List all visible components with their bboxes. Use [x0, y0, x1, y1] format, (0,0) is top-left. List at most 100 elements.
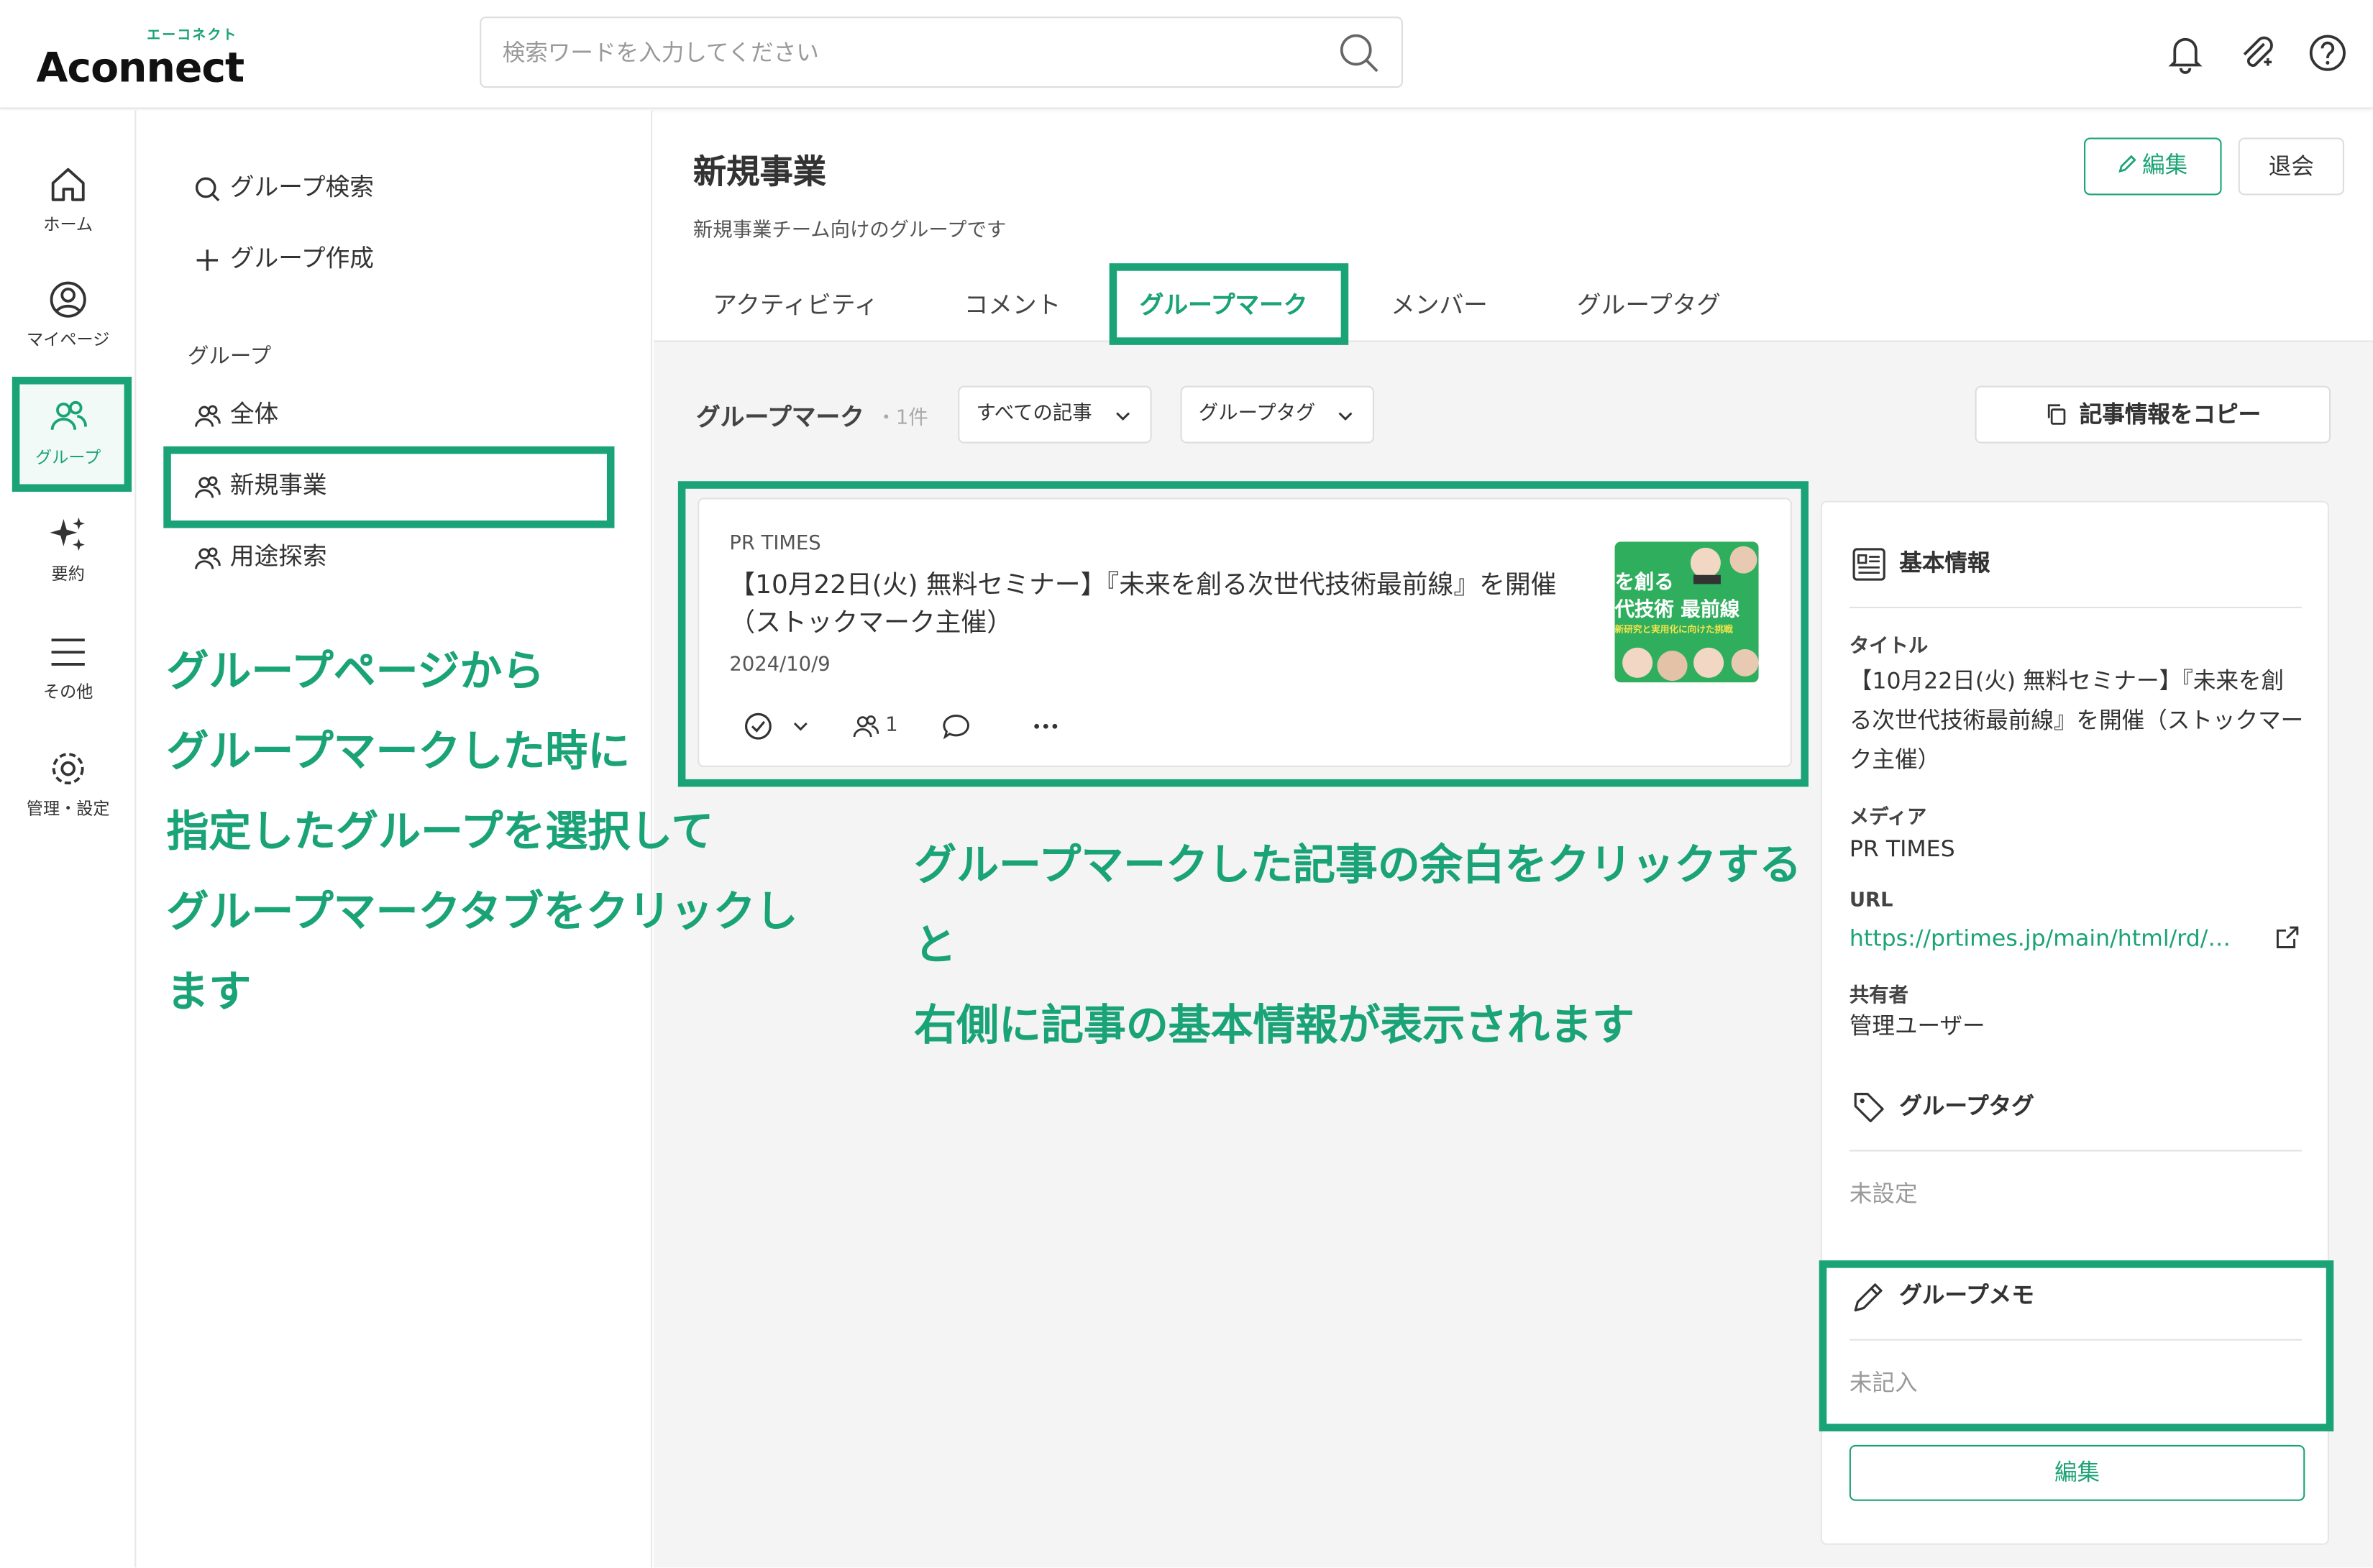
title-label: タイトル [1849, 635, 1929, 659]
rail-label: 管理・設定 [26, 799, 110, 819]
tab-comments[interactable]: コメント [964, 285, 1061, 327]
instruction-left: グループページから グループマークした時に 指定したグループを選択して グループ… [167, 631, 818, 1032]
copy-label: 記事情報をコピー [2079, 400, 2262, 428]
search-icon [195, 176, 220, 201]
rail-label: ホーム [43, 214, 93, 235]
sidebar-item-label: 全体 [229, 399, 279, 428]
url-label: URL [1849, 889, 1893, 913]
rail-label: その他 [42, 682, 93, 702]
group-member-count: 1 [885, 714, 898, 737]
gear-icon [52, 753, 84, 785]
group-icon [195, 546, 221, 569]
group-icon[interactable] [851, 710, 881, 743]
sidebar-item-label: 用途探索 [229, 541, 327, 571]
rail-item-mypage[interactable]: マイページ [0, 278, 136, 388]
tab-members[interactable]: メンバー [1391, 285, 1488, 327]
edit-memo-button[interactable]: 編集 [1849, 1444, 2305, 1501]
bell-icon[interactable] [2162, 30, 2208, 75]
app-shell: エーコネクト Aconnect ホーム マイページ グループ 要約 その他 管理… [0, 0, 2373, 1568]
article-thumbnail[interactable]: を創る 代技術 最前線 新研究と実用化に向けた挑戦 [1614, 541, 1759, 683]
divider [1849, 606, 2303, 609]
article-source: PR TIMES [729, 532, 821, 556]
search-icon[interactable] [1338, 32, 1380, 74]
chevron-down-icon [1116, 412, 1130, 421]
thumb-text-1: を創る [1614, 572, 1674, 595]
title-value: 【10月22日(火) 無料セミナー】『未来を創る次世代技術最前線』を開催（ストッ… [1849, 667, 2304, 774]
edit-label: 編集 [2142, 151, 2188, 179]
group-icon [50, 400, 87, 430]
divider [1849, 1150, 2303, 1152]
rail-item-home[interactable]: ホーム [0, 163, 136, 272]
rail-label: マイページ [27, 329, 110, 350]
sparkle-icon [50, 517, 85, 551]
rail-item-group[interactable]: グループ [0, 396, 136, 505]
document-icon [1852, 547, 1885, 580]
group-memo-highlight [1819, 1260, 2334, 1431]
url-link[interactable]: https://prtimes.jp/main/html/rd/… [1850, 918, 2266, 958]
group-tag-title: グループタグ [1899, 1092, 2034, 1120]
group-search-link[interactable]: グループ検索 [193, 168, 374, 208]
media-value: PR TIMES [1849, 835, 1955, 863]
sharer-value: 管理ユーザー [1849, 1012, 1985, 1040]
sidebar-item-use-exploration[interactable]: 用途探索 [193, 537, 327, 577]
instruction-line: グループマークタブをクリックします [166, 886, 798, 1017]
edit-group-button[interactable]: 編集 [2084, 137, 2222, 196]
copy-icon [2047, 404, 2066, 425]
logo-kana: エーコネクト [147, 28, 238, 45]
sidebar-item-all[interactable]: 全体 [193, 395, 278, 434]
external-link-icon[interactable] [2274, 925, 2300, 950]
rail-label: グループ [35, 447, 101, 468]
comment-icon[interactable] [941, 710, 971, 743]
instruction-line: グループマークした時に [166, 726, 631, 776]
group-mark-count: ・1件 [876, 407, 928, 430]
selected-group-highlight [163, 446, 615, 528]
user-circle-icon [50, 281, 86, 318]
search-input[interactable] [502, 18, 1290, 86]
plus-icon [196, 249, 219, 270]
thumb-text-3: 新研究と実用化に向けた挑戦 [1614, 625, 1733, 636]
group-search-label: グループ検索 [229, 172, 374, 201]
attachment-icon[interactable] [2233, 30, 2279, 75]
group-create-link[interactable]: グループ作成 [193, 239, 374, 279]
tab-activity[interactable]: アクティビティ [713, 285, 878, 327]
group-description: 新規事業チーム向けのグループです [692, 219, 1007, 242]
instruction-right: グループマークした記事の余白をクリックすると 右側に記事の基本情報が表示されます [914, 825, 1807, 1065]
instruction-line: 右側に記事の基本情報が表示されます [914, 1000, 1635, 1050]
screen: エーコネクト Aconnect ホーム マイページ グループ 要約 その他 管理… [0, 0, 2373, 1568]
rail-item-settings[interactable]: 管理・設定 [0, 748, 136, 857]
page-title: 新規事業 [692, 154, 827, 193]
group-tag-value: 未設定 [1849, 1180, 1918, 1208]
copy-article-info-button[interactable]: 記事情報をコピー [1975, 385, 2331, 444]
rail-label: 要約 [51, 564, 85, 584]
sharer-label: 共有者 [1849, 985, 1908, 1008]
group-icon [195, 404, 221, 426]
group-create-label: グループ作成 [229, 243, 374, 272]
instruction-line: 指定したグループを選択して [166, 806, 714, 857]
app-logo[interactable]: エーコネクト Aconnect [37, 21, 264, 92]
article-title[interactable]: 【10月22日(火) 無料セミナー】『未来を創る次世代技術最前線』を開催（ストッ… [729, 567, 1577, 643]
tag-icon [1854, 1091, 1884, 1122]
leave-group-button[interactable]: 退会 [2238, 137, 2345, 196]
tag-filter-value: グループタグ [1198, 402, 1316, 426]
article-filter-dropdown[interactable]: すべての記事 [958, 385, 1152, 444]
basic-info-title: 基本情報 [1899, 549, 1990, 577]
instruction-line: グループページから [166, 646, 545, 697]
tag-filter-dropdown[interactable]: グループタグ [1180, 385, 1374, 444]
menu-icon [51, 638, 85, 666]
more-icon[interactable] [1030, 710, 1061, 743]
rail-item-other[interactable]: その他 [0, 631, 136, 741]
group-tag-heading: グループタグ [1851, 1086, 2034, 1126]
article-filter-value: すべての記事 [976, 402, 1092, 426]
logo-word: Aconnect [36, 45, 245, 93]
rail-item-summary[interactable]: 要約 [0, 513, 136, 622]
tab-group-tags[interactable]: グループタグ [1577, 285, 1721, 327]
instruction-line: グループマークした記事の余白をクリックすると [914, 840, 1802, 971]
help-icon[interactable] [2305, 30, 2350, 75]
home-icon [51, 168, 85, 201]
group-mark-heading: グループマーク [696, 402, 864, 431]
thumb-text-2: 代技術 最前線 [1614, 599, 1740, 622]
pencil-icon [2119, 155, 2137, 173]
chevron-down-icon [1338, 412, 1353, 421]
group-section-heading: グループ [187, 344, 272, 370]
top-header: エーコネクト Aconnect [0, 0, 2373, 109]
